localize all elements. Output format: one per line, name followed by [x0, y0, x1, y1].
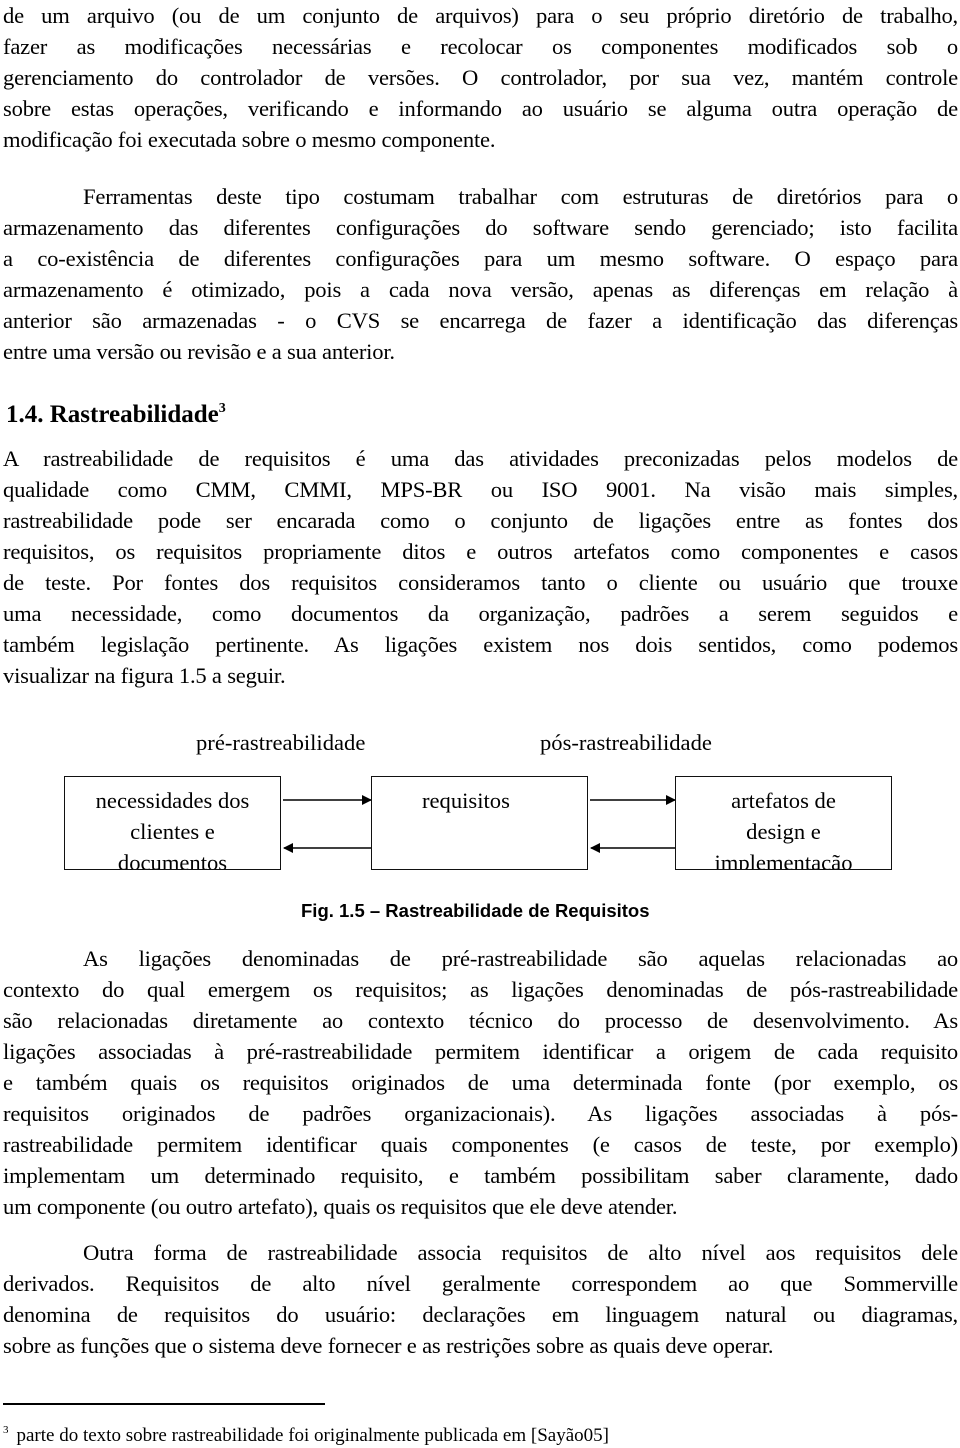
- box-line: necessidades dos: [95, 788, 250, 813]
- paragraph-traceability-intro: A rastreabilidade de requisitos é uma da…: [3, 443, 958, 691]
- footnote-separator: [3, 1403, 325, 1405]
- text-line: rastreabilidade pode ser encarada como o…: [3, 508, 958, 533]
- text-line: implementam um determinado requisito, e …: [3, 1163, 958, 1188]
- box-line: requisitos: [422, 788, 510, 813]
- text-line: visualizar na figura 1.5 a seguir.: [3, 663, 286, 688]
- text-line: requisitos originados de padrões organiz…: [3, 1101, 958, 1126]
- text-line: A rastreabilidade de requisitos é uma da…: [3, 446, 958, 471]
- paragraph-version-control: de um arquivo (ou de um conjunto de arqu…: [3, 0, 958, 155]
- text-line: de teste. Por fontes dos requisitos cons…: [3, 570, 958, 595]
- text-line: gerenciamento do controlador de versões.…: [3, 65, 958, 90]
- text-line: fazer as modificações necessárias e reco…: [3, 34, 958, 59]
- text-line: rastreabilidade permitem identificar qua…: [3, 1132, 958, 1157]
- box-line: documentos: [117, 850, 228, 870]
- footnote-marker: 3: [3, 1424, 9, 1436]
- figure-caption: Fig. 1.5 – Rastreabilidade de Requisitos: [301, 900, 650, 921]
- text-line: um componente (ou outro artefato), quais…: [3, 1194, 678, 1219]
- text-line: armazenamento das diferentes configuraçõ…: [3, 215, 958, 240]
- text-line: modificação foi executada sobre o mesmo …: [3, 127, 496, 152]
- text-line: anterior são armazenadas - o CVS se enca…: [3, 308, 958, 333]
- box-line: design e: [746, 819, 821, 844]
- section-heading: 1.4. Rastreabilidade3: [6, 392, 226, 432]
- paragraph-tools-directories: Ferramentas deste tipo costumam trabalha…: [3, 181, 958, 367]
- text-line: qualidade como CMM, CMMI, MPS-BR ou ISO …: [3, 477, 958, 502]
- text-line: entre uma versão ou revisão e a sua ante…: [3, 339, 395, 364]
- footnote-reference[interactable]: 3: [219, 401, 226, 416]
- text-line: Outra forma de rastreabilidade associa r…: [83, 1240, 958, 1265]
- post-traceability-label: pós-rastreabilidade: [540, 730, 712, 755]
- text-line: derivados. Requisitos de alto nível gera…: [3, 1271, 958, 1296]
- text-line: a co-existência de diferentes configuraç…: [3, 246, 958, 271]
- traceability-diagram: pré-rastreabilidade pós-rastreabilidade …: [0, 720, 960, 890]
- footnote-text: parte do texto sobre rastreabilidade foi…: [16, 1425, 609, 1446]
- text-line: sobre as funções que o sistema deve forn…: [3, 1333, 774, 1358]
- text-line: de um arquivo (ou de um conjunto de arqu…: [3, 3, 958, 28]
- text-line: As ligações denominadas de pré-rastreabi…: [83, 946, 958, 971]
- box-line: implementação: [714, 850, 853, 870]
- paragraph-high-level-requirements: Outra forma de rastreabilidade associa r…: [3, 1237, 958, 1361]
- box-line: artefatos de: [731, 788, 836, 813]
- text-line: também legislação pertinente. As ligaçõe…: [3, 632, 958, 657]
- text-line: ligações associadas à pré-rastreabilidad…: [3, 1039, 958, 1064]
- box-line: clientes e: [130, 819, 215, 844]
- text-line: Ferramentas deste tipo costumam trabalha…: [83, 184, 958, 209]
- text-line: uma necessidade, como documentos da orga…: [3, 601, 958, 626]
- section-title: 1.4. Rastreabilidade: [6, 401, 219, 428]
- text-line: são relacionadas diretamente ao contexto…: [3, 1008, 958, 1033]
- pre-traceability-label: pré-rastreabilidade: [196, 730, 366, 755]
- paragraph-pre-post-traceability: As ligações denominadas de pré-rastreabi…: [3, 943, 958, 1222]
- box-client-needs: necessidades dos clientes e documentos: [64, 776, 281, 870]
- text-line: sobre estas operações, verificando e inf…: [3, 96, 958, 121]
- box-requirements: requisitos: [371, 776, 588, 870]
- text-line: e também quais os requisitos originados …: [3, 1070, 958, 1095]
- text-line: denomina de requisitos do usuário: decla…: [3, 1302, 958, 1327]
- text-line: armazenamento é otimizado, pois a cada n…: [3, 277, 958, 302]
- box-design-artifacts: artefatos de design e implementação: [675, 776, 892, 870]
- text-line: requisitos, os requisitos propriamente d…: [3, 539, 958, 564]
- text-line: contexto do qual emergem os requisitos; …: [3, 977, 958, 1002]
